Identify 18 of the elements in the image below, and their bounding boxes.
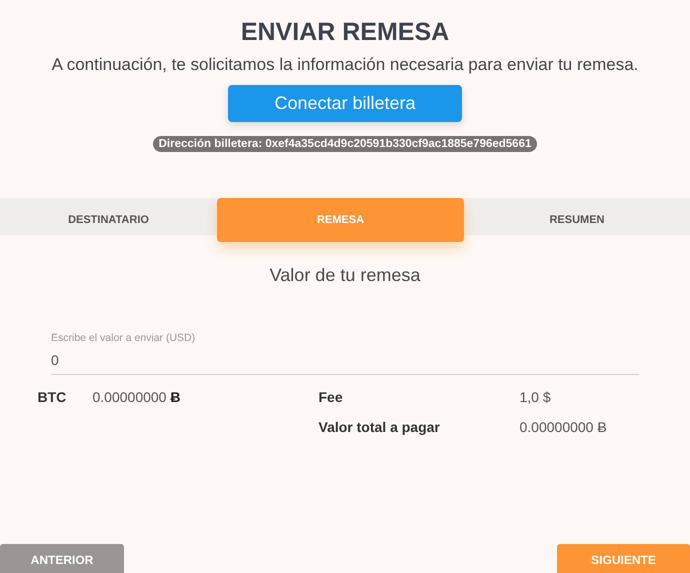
total-label: Valor total a pagar — [318, 419, 441, 435]
step-tab[interactable]: REMESA — [217, 198, 464, 242]
subtitle: A continuación, te solicitamos la información necesaria para enviar tu remesa. — [52, 54, 638, 76]
field-label: Escribe el valor a enviar (USD) — [51, 332, 196, 344]
wallet-address: Dirección billetera: 0xef4a35cd4d9c20591b330cf9ac1885e796ed5661 — [152, 136, 538, 152]
total-value: 0.00000000 Ƀ — [520, 419, 608, 435]
section-title: Valor de tu remesa — [270, 265, 420, 286]
step-tab[interactable]: RESUMEN — [464, 202, 690, 238]
btc-label: BTC — [38, 389, 68, 405]
fee-label: Fee — [318, 389, 344, 405]
step-tab[interactable]: DESTINATARIO — [0, 202, 217, 238]
btc-value: 0.00000000 Ƀ — [92, 389, 182, 405]
next-button[interactable]: SIGUIENTE — [557, 544, 690, 573]
page-title: ENVIAR REMESA — [240, 17, 450, 47]
back-button[interactable]: ANTERIOR — [0, 544, 124, 573]
connect-wallet-button[interactable]: Conectar billetera — [228, 85, 462, 122]
amount-input[interactable]: 0 — [51, 352, 639, 375]
fee-value: 1,0 $ — [520, 389, 552, 405]
